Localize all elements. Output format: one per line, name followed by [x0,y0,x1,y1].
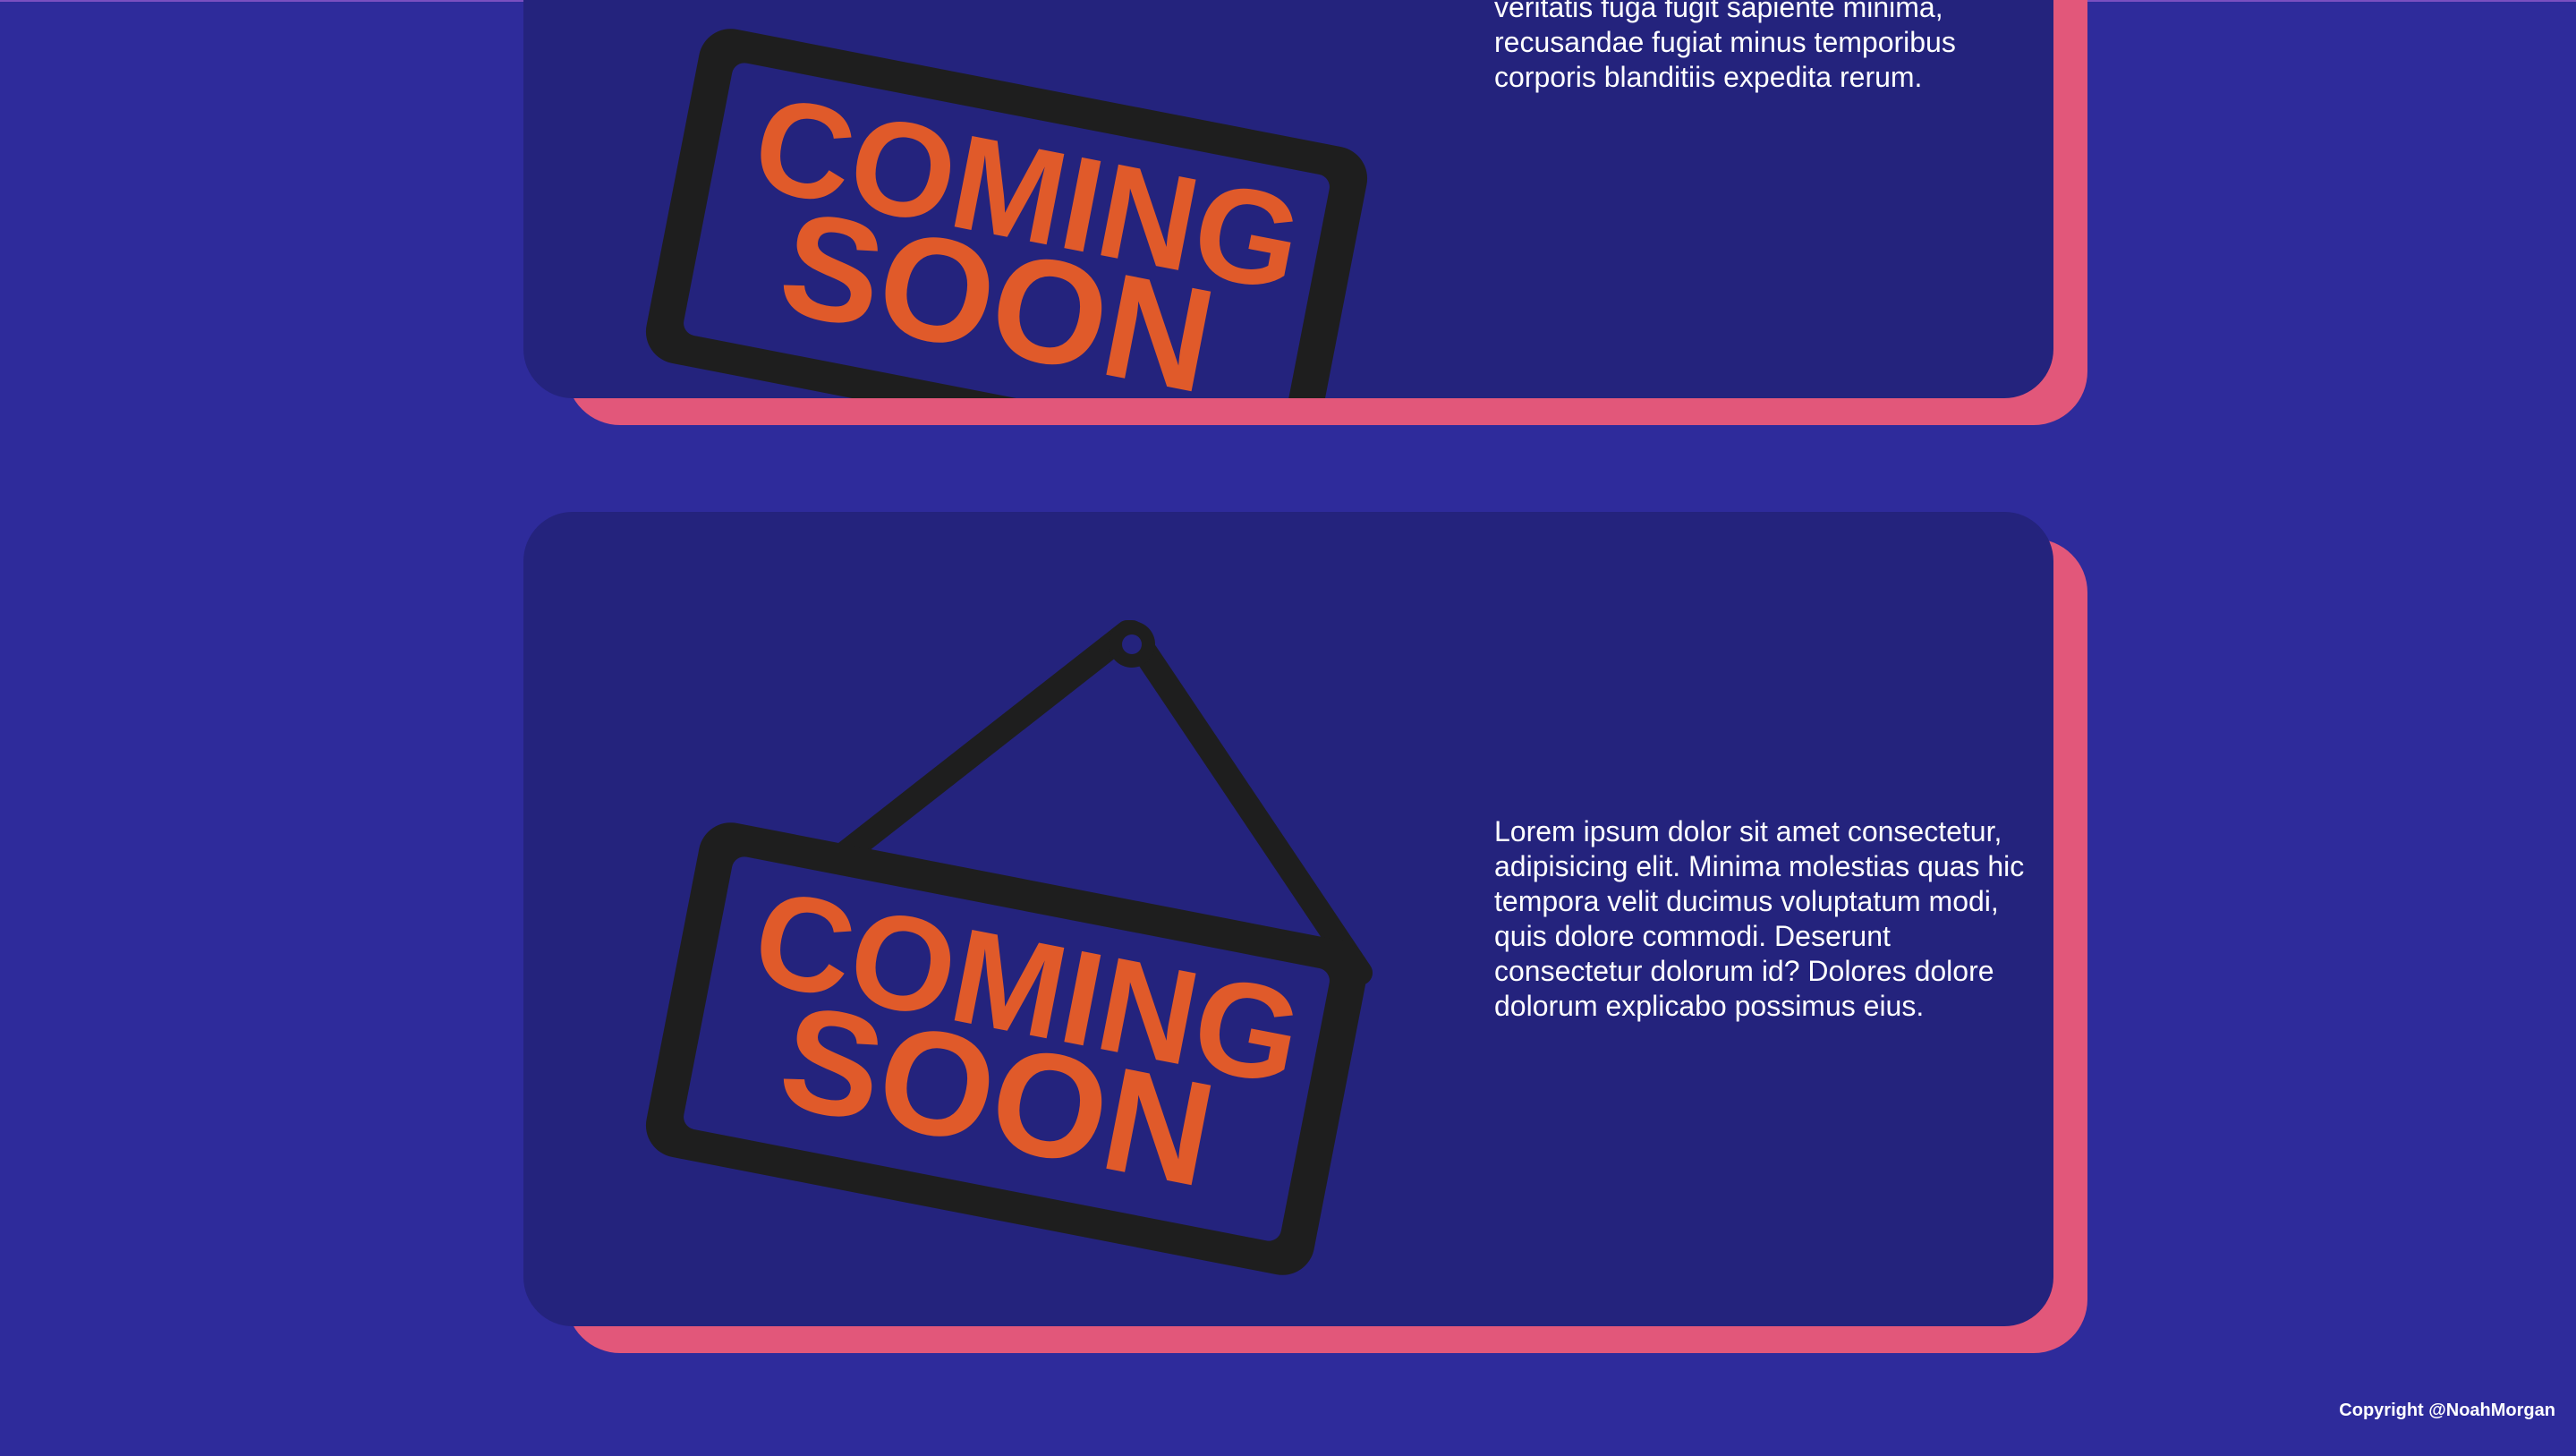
card-description: veritatis fuga fugit sapiente minima, re… [1494,0,1956,93]
copyright-text: Copyright @NoahMorgan [2339,1401,2555,1420]
coming-soon-sign-icon: COMING SOON [645,620,1373,1275]
coming-soon-sign-icon: COMING SOON [645,29,1368,398]
feature-card: COMING SOON veritatis fuga fugit sapient… [523,0,2089,425]
feature-card: COMING SOON Lorem ipsum dolor sit amet c… [523,512,2089,1353]
card-description: Lorem ipsum dolor sit amet consectetur, … [1494,815,2025,1022]
card-body: COMING SOON veritatis fuga fugit sapient… [523,0,2053,398]
card-body: COMING SOON Lorem ipsum dolor sit amet c… [523,512,2053,1326]
